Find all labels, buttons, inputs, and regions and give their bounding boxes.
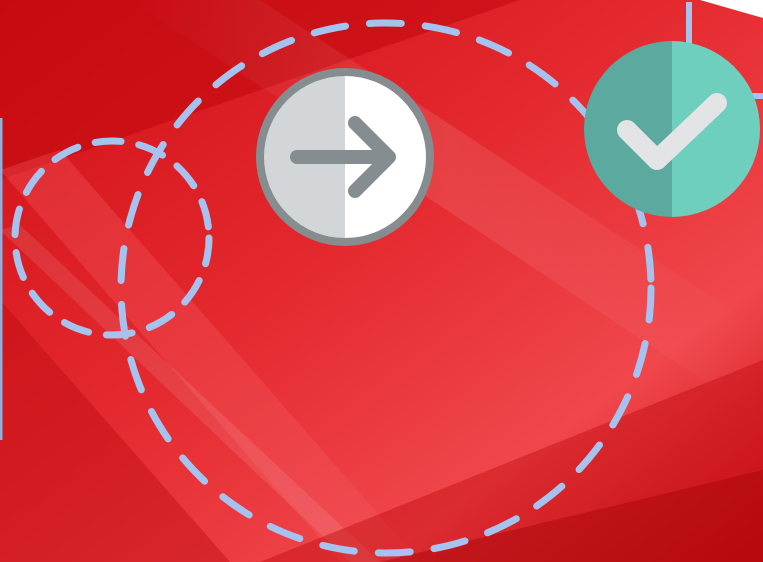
- check-badge[interactable]: [584, 41, 760, 217]
- next-button[interactable]: [256, 68, 434, 246]
- illustration-stage: [0, 0, 763, 562]
